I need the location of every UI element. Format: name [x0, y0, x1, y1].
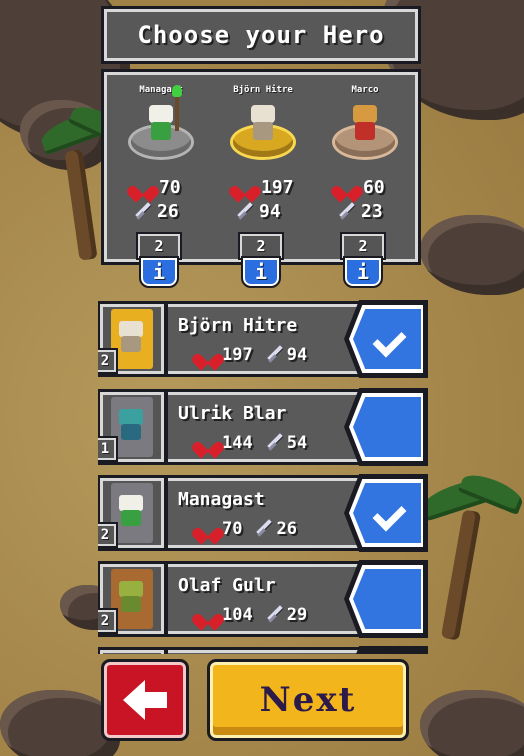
hero-stats: 144 54: [198, 433, 307, 453]
sword-icon: [254, 520, 272, 538]
hp-value: 144: [222, 433, 253, 453]
team-info-badge[interactable]: 2 i: [340, 232, 386, 290]
heart-icon: [337, 179, 357, 196]
level-badge: 2: [238, 232, 284, 260]
next-button[interactable]: Next: [207, 659, 409, 741]
checkmark-icon: [374, 496, 410, 532]
level-badge: 2: [136, 232, 182, 260]
hp-value: 60: [363, 177, 385, 198]
hero-info: [165, 647, 371, 654]
sword-icon: [235, 203, 253, 221]
team-atk: 26: [133, 201, 179, 222]
hero-info: Olaf Gulr 104 29: [165, 561, 371, 637]
hero-list[interactable]: 2 Björn Hitre 197 94 1 Ulrik Blar 144 54…: [98, 298, 428, 654]
info-icon[interactable]: i: [139, 256, 179, 288]
level-badge: 1: [98, 436, 118, 462]
hp-value: 70: [222, 519, 243, 539]
hero-sprite-managast: [147, 85, 182, 143]
sword-icon: [133, 203, 151, 221]
hero-info: Björn Hitre 197 94: [165, 301, 371, 377]
heart-icon: [198, 521, 218, 538]
team-hp: 197: [235, 177, 294, 198]
sword-icon: [265, 346, 283, 364]
hero-stats: 104 29: [198, 605, 307, 625]
heart-icon: [198, 347, 218, 364]
atk-value: 94: [259, 201, 281, 222]
hero-info: Ulrik Blar 144 54: [165, 389, 371, 465]
level-badge: 2: [98, 522, 118, 548]
team-hp: 70: [133, 177, 181, 198]
hero-name: Ulrik Blar: [178, 403, 287, 424]
hp-value: 70: [159, 177, 181, 198]
hero-sprite-marco: [351, 105, 379, 143]
team-info-badge[interactable]: 2 i: [136, 232, 182, 290]
team-slot[interactable]: Managast 70 26: [111, 75, 211, 235]
team-slot-name: Marco: [351, 85, 379, 95]
sword-icon: [337, 203, 355, 221]
hero-row[interactable]: 2 Björn Hitre 197 94: [98, 300, 428, 378]
team-slot[interactable]: Marco 60 23: [315, 75, 415, 235]
level-badge: 2: [98, 348, 118, 374]
sword-icon: [265, 606, 283, 624]
team-slot-name: Björn Hitre: [233, 85, 293, 95]
hero-row[interactable]: 1 Ulrik Blar 144 54: [98, 388, 428, 466]
checkmark-icon: [374, 322, 410, 358]
sword-icon: [265, 434, 283, 452]
hero-row-partial[interactable]: [98, 646, 428, 654]
atk-value: 54: [286, 433, 308, 453]
team-slot-name: Managast: [139, 85, 183, 95]
atk-value: 29: [286, 605, 308, 625]
rock: [420, 690, 524, 756]
select-hero-button[interactable]: [353, 569, 421, 629]
level-badge: 2: [340, 232, 386, 260]
hero-stats: 70 26: [198, 519, 297, 539]
hero-row[interactable]: 2 Olaf Gulr 104 29: [98, 560, 428, 638]
atk-value: 23: [361, 201, 383, 222]
heart-icon: [133, 179, 153, 196]
team-slot[interactable]: Björn Hitre 197 94: [213, 75, 313, 235]
hero-name: Olaf Gulr: [178, 575, 276, 596]
atk-value: 26: [157, 201, 179, 222]
atk-value: 94: [286, 345, 308, 365]
team-info-badge[interactable]: 2 i: [238, 232, 284, 290]
info-icon[interactable]: i: [343, 256, 383, 288]
hp-value: 197: [222, 345, 253, 365]
hero-name: Björn Hitre: [178, 315, 298, 336]
hero-sprite-bjorn: [249, 105, 277, 143]
hero-info: Managast 70 26: [165, 475, 371, 551]
back-button[interactable]: [101, 659, 189, 741]
hp-value: 104: [222, 605, 253, 625]
team-hp: 60: [337, 177, 385, 198]
info-icon[interactable]: i: [241, 256, 281, 288]
back-arrow-icon: [123, 680, 167, 720]
hero-stats: 197 94: [198, 345, 307, 365]
hero-row[interactable]: 2 Managast 70 26: [98, 474, 428, 552]
heart-icon: [198, 435, 218, 452]
heart-icon: [235, 179, 255, 196]
hp-value: 197: [261, 177, 294, 198]
heart-icon: [198, 607, 218, 624]
level-badge: 2: [98, 608, 118, 634]
atk-value: 26: [276, 519, 297, 539]
hero-name: Managast: [178, 489, 265, 510]
page-title: Choose your Hero: [101, 6, 421, 64]
team-atk: 94: [235, 201, 281, 222]
hero-portrait[interactable]: [98, 647, 167, 654]
select-hero-button[interactable]: [353, 397, 421, 457]
team-atk: 23: [337, 201, 383, 222]
